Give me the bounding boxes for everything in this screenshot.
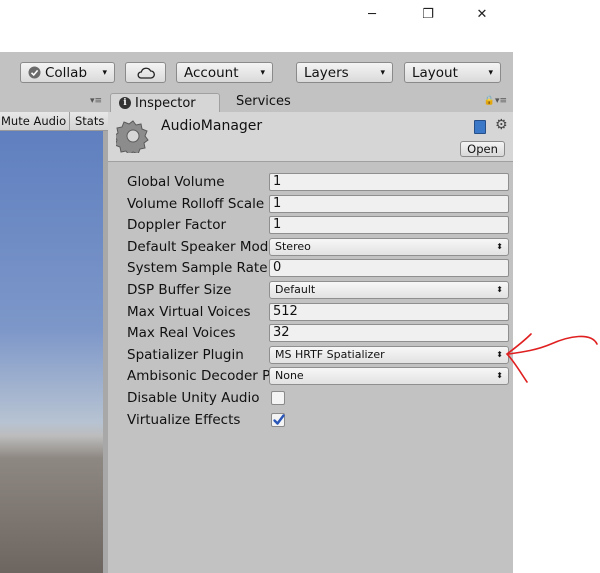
select-value: MS HRTF Spatializer: [275, 347, 385, 361]
info-icon: i: [119, 97, 131, 109]
mute-audio-toggle[interactable]: Mute Audio: [0, 112, 70, 131]
property-row: DSP Buffer Size Default ⬍: [108, 280, 513, 302]
tab-services-label: Services: [236, 94, 291, 109]
tab-inspector-label: Inspector: [135, 95, 196, 111]
chevron-down-icon: ▾: [102, 67, 107, 78]
game-view-panel: ▾≡ Mute Audio Stats: [0, 92, 108, 573]
property-row: Ambisonic Decoder Plugin None ⬍: [108, 366, 513, 388]
layout-label: Layout: [412, 64, 458, 81]
property-row: Max Virtual Voices 512: [108, 302, 513, 324]
audio-manager-gear-icon: [113, 119, 150, 156]
chevron-down-icon: ▾: [488, 67, 493, 78]
dsp-buffer-size-select[interactable]: Default ⬍: [269, 281, 509, 299]
select-value: None: [275, 369, 304, 383]
panel-menu-icon[interactable]: ▾≡: [90, 96, 102, 106]
system-sample-rate-field[interactable]: 0: [269, 259, 509, 278]
spatializer-plugin-select[interactable]: MS HRTF Spatializer ⬍: [269, 345, 509, 364]
restore-icon: ❐: [422, 6, 434, 22]
select-arrows-icon: ⬍: [496, 371, 503, 381]
property-row: Global Volume 1: [108, 172, 513, 194]
tab-services[interactable]: Services: [236, 94, 291, 109]
property-row: Default Speaker Mode Stereo ⬍: [108, 237, 513, 259]
layout-dropdown[interactable]: Layout ▾: [404, 62, 501, 83]
default-speaker-mode-select[interactable]: Stereo ⬍: [269, 237, 509, 256]
game-viewport[interactable]: [0, 131, 103, 573]
cloud-icon: [137, 67, 155, 79]
select-arrows-icon: ⬍: [496, 349, 503, 359]
property-row: System Sample Rate 0: [108, 258, 513, 280]
property-label: System Sample Rate: [127, 260, 268, 277]
check-circle-icon: [28, 66, 41, 79]
inspector-header: AudioManager ⚙ Open: [108, 112, 513, 162]
window-title-bar: ─ ❐ ✕: [0, 0, 600, 52]
minimize-button[interactable]: ─: [352, 3, 392, 25]
settings-gear-icon[interactable]: ⚙: [495, 117, 508, 133]
collab-label: Collab: [45, 64, 88, 81]
max-real-voices-field[interactable]: 32: [269, 324, 509, 343]
close-icon: ✕: [476, 6, 488, 22]
cloud-button[interactable]: [125, 62, 166, 83]
doppler-factor-field[interactable]: 1: [269, 216, 509, 235]
property-row: Volume Rolloff Scale 1: [108, 194, 513, 216]
close-button[interactable]: ✕: [462, 3, 502, 25]
help-book-icon[interactable]: [474, 120, 486, 134]
account-dropdown[interactable]: Account ▾: [176, 62, 273, 83]
disable-unity-audio-checkbox[interactable]: [271, 391, 285, 405]
volume-rolloff-scale-field[interactable]: 1: [269, 194, 509, 213]
main-toolbar: Collab ▾ Account ▾ Layers ▾ Layout ▾: [0, 52, 513, 92]
object-title: AudioManager: [161, 118, 263, 134]
select-arrows-icon: ⬍: [496, 241, 503, 251]
property-label: Doppler Factor: [127, 217, 227, 234]
inspector-panel: i Inspector Services 🔒▾≡ AudioManager ⚙ …: [108, 92, 513, 573]
layers-label: Layers: [304, 64, 349, 81]
property-row: Spatializer Plugin MS HRTF Spatializer ⬍: [108, 345, 513, 367]
property-row: Virtualize Effects: [108, 410, 513, 432]
virtualize-effects-checkbox[interactable]: [271, 412, 285, 427]
checkmark-icon: [273, 413, 285, 425]
stats-toggle[interactable]: Stats: [72, 112, 106, 131]
property-label: Virtualize Effects: [127, 411, 241, 428]
property-label: Max Real Voices: [127, 325, 236, 342]
property-label: DSP Buffer Size: [127, 282, 232, 298]
select-value: Stereo: [275, 239, 311, 253]
property-label: Max Virtual Voices: [127, 303, 251, 320]
layers-dropdown[interactable]: Layers ▾: [296, 62, 393, 83]
max-virtual-voices-field[interactable]: 512: [269, 302, 509, 321]
select-arrows-icon: ⬍: [496, 285, 503, 294]
account-label: Account: [184, 64, 239, 81]
open-button[interactable]: Open: [460, 141, 505, 157]
property-label: Spatializer Plugin: [127, 346, 244, 363]
property-label: Default Speaker Mode: [127, 238, 269, 255]
property-label: Global Volume: [127, 174, 225, 190]
property-row: Doppler Factor 1: [108, 215, 513, 237]
inspector-tab-bar: i Inspector Services 🔒▾≡: [108, 92, 513, 112]
global-volume-field[interactable]: 1: [269, 173, 509, 191]
maximize-button[interactable]: ❐: [408, 3, 448, 25]
property-label: Disable Unity Audio: [127, 390, 260, 406]
property-label: Ambisonic Decoder Plugin: [127, 368, 269, 385]
property-label: Volume Rolloff Scale: [127, 195, 265, 212]
red-arrow-annotation: [505, 333, 598, 383]
chevron-down-icon: ▾: [380, 67, 385, 78]
property-row: Disable Unity Audio: [108, 388, 513, 410]
chevron-down-icon: ▾: [260, 67, 265, 78]
property-row: Max Real Voices 32: [108, 323, 513, 345]
collab-dropdown[interactable]: Collab ▾: [20, 62, 115, 83]
ambisonic-decoder-plugin-select[interactable]: None ⬍: [269, 367, 509, 386]
minimize-icon: ─: [368, 6, 376, 22]
tab-inspector[interactable]: i Inspector: [110, 93, 220, 112]
game-view-tab-bar: ▾≡: [0, 92, 108, 112]
game-view-toolbar: Mute Audio Stats: [0, 112, 108, 131]
select-value: Default: [275, 283, 316, 296]
lock-menu-icon[interactable]: 🔒▾≡: [484, 96, 507, 106]
